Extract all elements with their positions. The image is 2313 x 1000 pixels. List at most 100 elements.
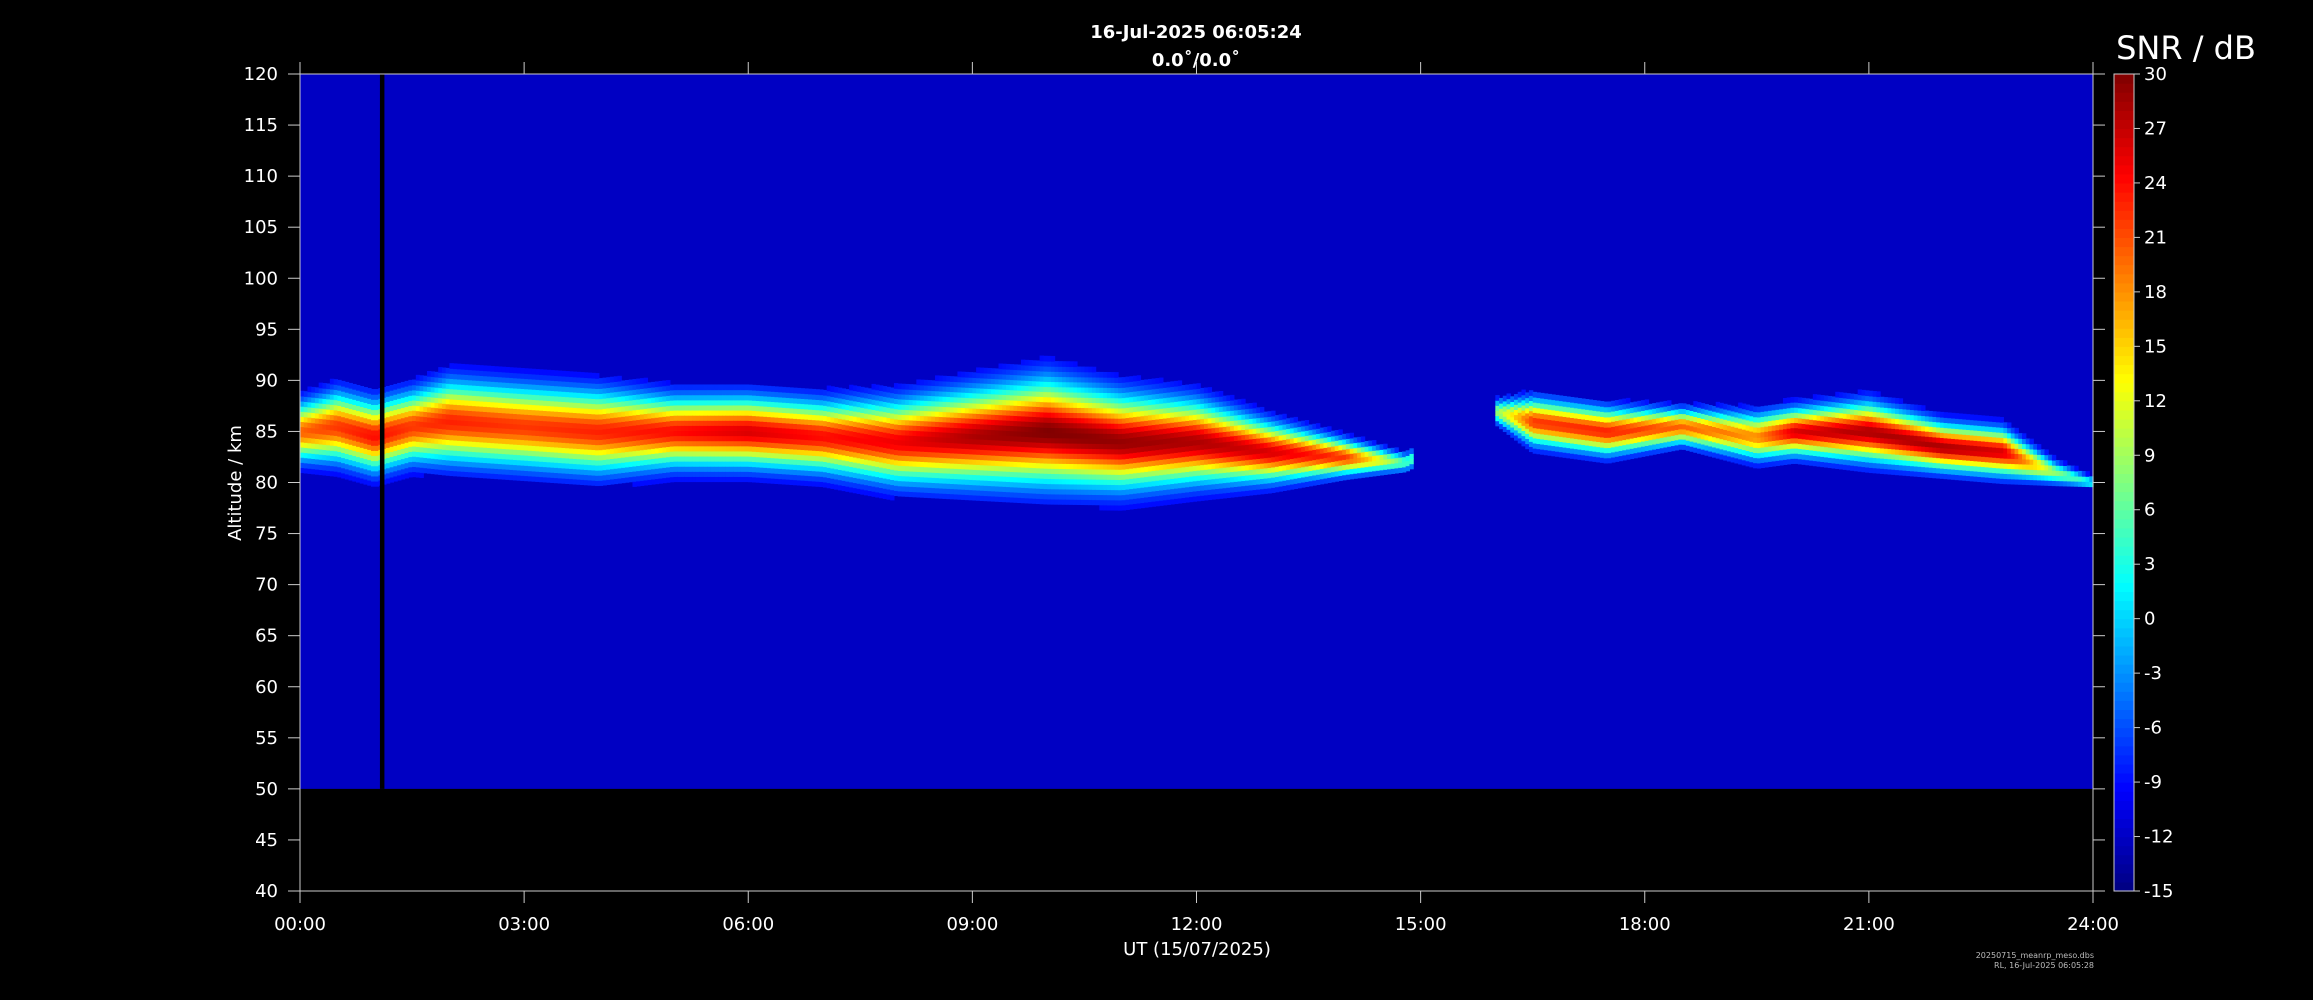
heatmap-cell — [307, 468, 312, 474]
heatmap-cell — [576, 448, 581, 455]
heatmap-cell — [841, 429, 846, 435]
heatmap-cell — [983, 444, 988, 451]
heatmap-cell — [352, 394, 357, 400]
heatmap-cell — [961, 438, 966, 444]
heatmap-cell — [404, 462, 409, 469]
heatmap-cell — [389, 436, 394, 442]
heatmap-cell — [576, 402, 581, 409]
heatmap-cell — [849, 445, 854, 452]
heatmap-cell — [908, 470, 914, 477]
heatmap-cell — [456, 424, 462, 431]
heatmap-cell — [1054, 478, 1059, 485]
heatmap-cell — [826, 385, 832, 392]
heatmap-cell — [808, 444, 813, 451]
heatmap-cell — [636, 399, 641, 405]
heatmap-cell — [826, 400, 832, 407]
heatmap-cell — [748, 399, 753, 406]
heatmap-cell — [1043, 371, 1048, 377]
heatmap-cell — [1047, 473, 1052, 480]
heatmap-cell — [1084, 407, 1089, 414]
heatmap-cell — [1132, 503, 1138, 510]
heatmap-cell — [486, 396, 492, 403]
heatmap-cell — [404, 431, 409, 438]
heatmap-cell — [867, 444, 873, 451]
heatmap-cell — [441, 367, 447, 374]
heatmap-cell — [822, 395, 828, 401]
heatmap-cell — [1084, 392, 1089, 398]
heatmap-cell — [957, 448, 962, 454]
heatmap-cell — [1058, 376, 1063, 383]
heatmap-cell — [497, 422, 503, 429]
heatmap-cell — [938, 401, 944, 407]
heatmap-cell — [539, 374, 544, 381]
heatmap-cell — [957, 376, 962, 383]
heatmap-cell — [453, 439, 458, 446]
heatmap-cell — [718, 476, 723, 483]
heatmap-cell — [826, 446, 832, 453]
heatmap-cell — [438, 443, 443, 450]
heatmap-cell — [1050, 427, 1056, 434]
heatmap-cell — [893, 444, 899, 451]
heatmap-cell — [815, 430, 820, 436]
heatmap-cell — [1132, 375, 1138, 382]
heatmap-cell — [998, 378, 1003, 385]
heatmap-cell — [1032, 462, 1037, 469]
heatmap-cell — [710, 476, 716, 483]
heatmap-cell — [819, 399, 824, 406]
heatmap-cell — [464, 410, 469, 416]
heatmap-cell — [938, 396, 944, 402]
heatmap-cell — [397, 408, 402, 415]
heatmap-cell — [636, 378, 641, 385]
heatmap-cell — [1009, 476, 1015, 483]
heatmap-cell — [419, 446, 424, 453]
heatmap-cell — [864, 479, 869, 486]
heatmap-cell — [1103, 382, 1108, 388]
heatmap-cell — [856, 411, 861, 418]
heatmap-cell — [748, 450, 753, 457]
heatmap-cell — [729, 415, 734, 421]
heatmap-cell — [606, 428, 611, 434]
heatmap-cell — [923, 456, 929, 463]
heatmap-cell — [837, 418, 843, 425]
heatmap-cell — [647, 397, 652, 404]
heatmap-cell — [998, 389, 1003, 395]
heatmap-cell — [542, 379, 548, 386]
heatmap-cell — [1002, 481, 1007, 487]
heatmap-cell — [1129, 493, 1134, 500]
heatmap-cell — [763, 406, 768, 412]
heatmap-cell — [1125, 453, 1130, 459]
heatmap-cell — [606, 453, 611, 460]
heatmap-cell — [878, 492, 884, 499]
heatmap-cell — [427, 391, 432, 398]
heatmap-cell — [1121, 474, 1127, 480]
heatmap-cell — [886, 396, 891, 403]
heatmap-cell — [654, 381, 660, 388]
heatmap-cell — [1110, 382, 1115, 388]
heatmap-cell — [314, 423, 320, 429]
heatmap-cell — [568, 422, 574, 429]
heatmap-cell — [662, 436, 667, 443]
heatmap-cell — [554, 477, 559, 484]
heatmap-cell — [632, 425, 637, 431]
heatmap-cell — [1039, 386, 1044, 392]
heatmap-cell — [1054, 473, 1059, 480]
heatmap-cell — [714, 466, 719, 472]
heatmap-cell — [796, 454, 802, 460]
heatmap-cell — [613, 437, 619, 444]
heatmap-cell — [483, 452, 488, 458]
heatmap-cell — [681, 420, 686, 426]
heatmap-cell — [314, 417, 320, 424]
heatmap-cell — [449, 378, 454, 385]
heatmap-cell — [968, 428, 973, 434]
heatmap-cell — [1017, 410, 1022, 417]
heatmap-cell — [583, 469, 589, 476]
heatmap-cell — [976, 474, 981, 481]
heatmap-cell — [561, 457, 566, 464]
heatmap-cell — [1028, 472, 1033, 479]
heatmap-cell — [737, 461, 742, 467]
heatmap-cell — [490, 381, 495, 387]
heatmap-cell — [658, 396, 663, 402]
heatmap-cell — [344, 438, 350, 444]
heatmap-cell — [1099, 499, 1104, 506]
heatmap-cell — [1032, 493, 1037, 499]
